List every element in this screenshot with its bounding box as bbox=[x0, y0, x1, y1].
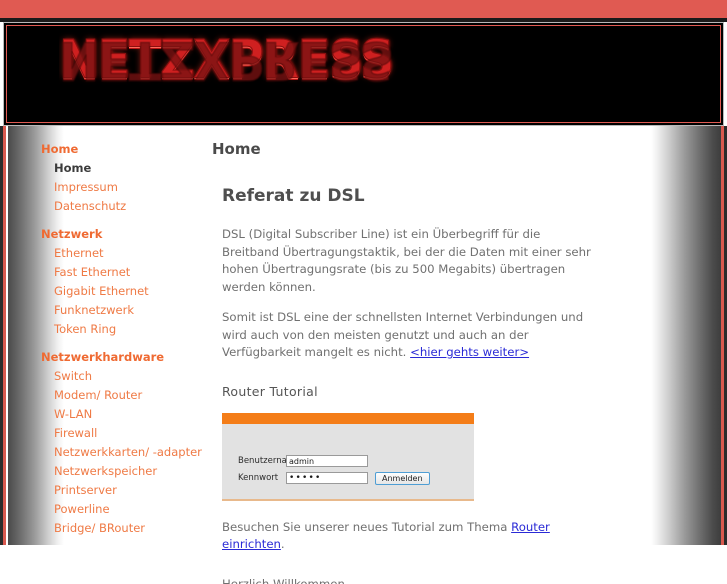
weiter-link[interactable]: <hier gehts weiter> bbox=[410, 345, 529, 359]
router-tutorial-heading: Router Tutorial bbox=[222, 383, 318, 399]
body-area: Home Home Impressum Datenschutz Netzwerk… bbox=[0, 126, 727, 584]
sidebar-item-fast-ethernet[interactable]: Fast Ethernet bbox=[30, 263, 200, 282]
paragraph-3-text: Besuchen Sie unserer neues Tutorial zum … bbox=[222, 519, 512, 534]
site-banner-inner: NETZXPRESS NETZXPRESS bbox=[6, 25, 721, 123]
username-input[interactable]: admin bbox=[286, 455, 368, 467]
sidebar-item-printserver[interactable]: Printserver bbox=[30, 481, 200, 500]
main-content: Home Referat zu DSL DSL (Digital Subscri… bbox=[212, 140, 592, 584]
login-submit-button[interactable]: Anmelden bbox=[375, 471, 430, 485]
password-input[interactable]: ••••• bbox=[286, 472, 368, 484]
page-root: NETZXPRESS NETZXPRESS Home Home Impressu… bbox=[0, 0, 727, 584]
article-paragraph-2: Somit ist DSL eine der schnellsten Inter… bbox=[222, 309, 592, 362]
sidebar-item-impressum[interactable]: Impressum bbox=[30, 178, 200, 197]
sidebar-item-modem-router[interactable]: Modem/ Router bbox=[30, 386, 200, 405]
site-logo[interactable]: NETZXPRESS NETZXPRESS bbox=[59, 28, 429, 122]
nav-header-netzwerk: Netzwerk bbox=[41, 227, 103, 241]
sidebar-item-home[interactable]: Home bbox=[30, 159, 200, 178]
sidebar-item-token-ring[interactable]: Token Ring bbox=[30, 320, 200, 339]
sidebar-item-ethernet[interactable]: Ethernet bbox=[30, 244, 200, 263]
sidebar-nav: Home Home Impressum Datenschutz Netzwerk… bbox=[30, 140, 202, 547]
nav-group-netzwerk: Netzwerk Ethernet Fast Ethernet Gigabit … bbox=[30, 225, 200, 339]
sidebar-item-gigabit-ethernet[interactable]: Gigabit Ethernet bbox=[30, 282, 200, 301]
sidebar-item-switch[interactable]: Switch bbox=[30, 367, 200, 386]
sidebar-item-powerline[interactable]: Powerline bbox=[30, 500, 200, 519]
nav-header-netzwerkhardware: Netzwerkhardware bbox=[41, 350, 165, 364]
article-paragraph-3: Besuchen Sie unserer neues Tutorial zum … bbox=[222, 519, 592, 554]
sidebar-item-datenschutz[interactable]: Datenschutz bbox=[30, 197, 200, 216]
right-gradient-panel bbox=[651, 126, 721, 545]
article-paragraph-4-cutoff: Herzlich Willkommen... bbox=[222, 576, 357, 584]
username-row: Benutzername admin bbox=[238, 455, 430, 468]
sidebar-item-firewall[interactable]: Firewall bbox=[30, 424, 200, 443]
top-accent-band bbox=[0, 0, 727, 18]
site-banner: NETZXPRESS NETZXPRESS bbox=[3, 22, 724, 126]
username-label: Benutzername bbox=[238, 455, 301, 466]
router-login-screenshot: Benutzername admin Kennwort ••••• Anmeld… bbox=[222, 412, 474, 501]
site-logo-reflection: NETZXPRESS bbox=[59, 28, 393, 91]
password-label: Kennwort bbox=[238, 472, 279, 483]
article: Referat zu DSL DSL (Digital Subscriber L… bbox=[212, 186, 592, 584]
paragraph-3-suffix: . bbox=[280, 537, 285, 551]
sidebar-item-netzwerkspeicher[interactable]: Netzwerkspeicher bbox=[30, 462, 200, 481]
router-login-form: Benutzername admin Kennwort ••••• Anmeld… bbox=[238, 455, 430, 489]
router-titlebar bbox=[222, 412, 474, 424]
nav-group-home: Home Home Impressum Datenschutz bbox=[30, 140, 200, 216]
article-paragraph-1: DSL (Digital Subscriber Line) ist ein Üb… bbox=[222, 227, 591, 294]
sidebar-item-funknetzwerk[interactable]: Funknetzwerk bbox=[30, 301, 200, 320]
article-heading: Referat zu DSL bbox=[222, 186, 365, 206]
nav-header-home: Home bbox=[41, 142, 79, 156]
sidebar-item-wlan[interactable]: W-LAN bbox=[30, 405, 200, 424]
page-title: Home bbox=[212, 140, 261, 158]
password-row: Kennwort ••••• Anmelden bbox=[238, 471, 430, 485]
sidebar-item-bridge-brouter[interactable]: Bridge/ BRouter bbox=[30, 519, 200, 538]
sidebar-item-netzwerkkarten[interactable]: Netzwerkkarten/ -adapter bbox=[30, 443, 202, 462]
nav-group-netzwerkhardware: Netzwerkhardware Switch Modem/ Router W-… bbox=[30, 348, 202, 538]
